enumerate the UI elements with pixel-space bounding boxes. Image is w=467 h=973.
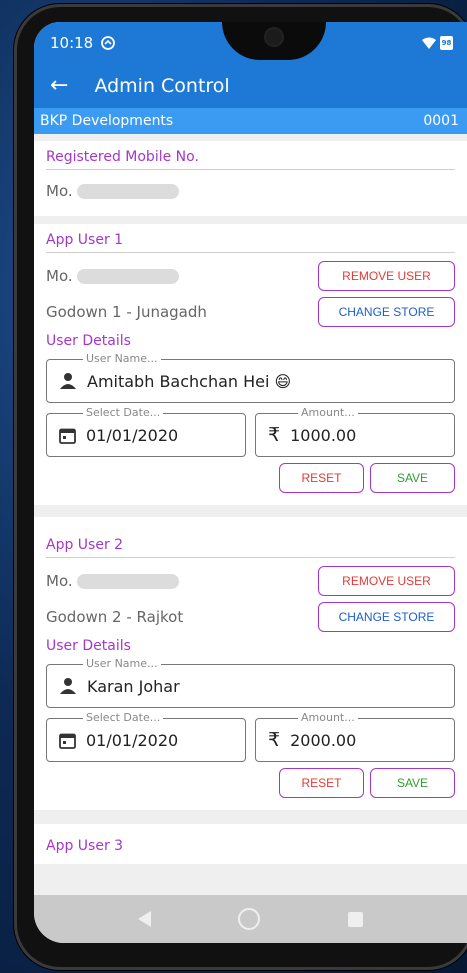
- user-name-field[interactable]: User Name... Karan Johar: [46, 657, 455, 708]
- amount-field[interactable]: Amount... ₹ 1000.00: [255, 406, 455, 457]
- calendar-icon: [59, 428, 76, 444]
- user-actions: RESET SAVE: [46, 768, 455, 798]
- user-mobile-row: Mo. REMOVE USER: [46, 261, 455, 291]
- change-store-button[interactable]: CHANGE STORE: [318, 297, 455, 327]
- registered-mobile-card: Registered Mobile No. Mo.: [34, 141, 467, 216]
- registered-mobile-title: Registered Mobile No.: [46, 149, 455, 170]
- rupee-icon: ₹: [268, 729, 281, 751]
- select-date-legend: Select Date...: [83, 406, 164, 419]
- mobile-number-redacted: [76, 183, 179, 199]
- mobile-number-redacted: [76, 573, 179, 589]
- camera-icon: [266, 29, 282, 45]
- system-nav-bar: [34, 895, 467, 943]
- person-icon: [60, 678, 76, 694]
- nav-back-icon[interactable]: [137, 911, 151, 927]
- store-name: Godown 1 - Junagadh: [46, 303, 207, 321]
- user-name-field[interactable]: User Name... Amitabh Bachchan Hei 😄: [46, 352, 455, 403]
- company-code: 0001: [423, 113, 459, 129]
- remove-user-button[interactable]: REMOVE USER: [318, 566, 455, 596]
- battery-icon: 98: [440, 36, 453, 50]
- user-store-row: Godown 1 - Junagadh CHANGE STORE: [46, 297, 455, 327]
- person-icon: [60, 373, 76, 389]
- app-user-title: App User 3: [46, 838, 124, 854]
- amount-value: 1000.00: [290, 425, 357, 445]
- amount-field[interactable]: Amount... ₹ 2000.00: [255, 711, 455, 762]
- mobile-label: Mo.: [46, 182, 73, 200]
- page-title: Admin Control: [94, 75, 230, 97]
- user-details-label: User Details: [46, 638, 131, 654]
- remove-user-button[interactable]: REMOVE USER: [318, 261, 455, 291]
- mobile-label: Mo.: [46, 267, 73, 285]
- date-amount-row: Select Date... 01/01/2020 Amount... ₹ 10…: [46, 406, 455, 457]
- app-user-card-1: App User 1 Mo. REMOVE USER Godown 1 - Ju…: [34, 224, 467, 505]
- date-amount-row: Select Date... 01/01/2020 Amount... ₹ 20…: [46, 711, 455, 762]
- app-bar: ← Admin Control: [34, 64, 467, 108]
- amount-value: 2000.00: [290, 730, 357, 750]
- reset-button[interactable]: RESET: [279, 768, 364, 798]
- user-mobile-row: Mo. REMOVE USER: [46, 566, 455, 596]
- nav-recents-icon[interactable]: [348, 911, 364, 927]
- store-name: Godown 2 - Rajkot: [46, 608, 184, 626]
- user-store-row: Godown 2 - Rajkot CHANGE STORE: [46, 602, 455, 632]
- company-bar: BKP Developments 0001: [34, 108, 467, 134]
- rupee-icon: ₹: [268, 424, 281, 446]
- user-name-legend: User Name...: [83, 352, 161, 365]
- select-date-field[interactable]: Select Date... 01/01/2020: [46, 406, 246, 457]
- user-name-legend: User Name...: [83, 657, 161, 670]
- amount-legend: Amount...: [298, 711, 358, 724]
- app-user-title: App User 2: [46, 537, 455, 558]
- amount-legend: Amount...: [298, 406, 358, 419]
- app-user-title: App User 1: [46, 232, 455, 253]
- save-button[interactable]: SAVE: [370, 463, 455, 493]
- select-date-value: 01/01/2020: [86, 425, 179, 445]
- user-name-value: Amitabh Bachchan Hei 😄: [87, 371, 292, 391]
- app-user-card-2: App User 2 Mo. REMOVE USER Godown 2 - Ra…: [34, 517, 467, 810]
- registered-mobile-row: Mo.: [46, 178, 455, 204]
- mobile-number-redacted: [76, 268, 179, 284]
- notification-icon: [101, 36, 116, 50]
- save-button[interactable]: SAVE: [370, 768, 455, 798]
- back-arrow-icon[interactable]: ←: [50, 75, 68, 97]
- mobile-label: Mo.: [46, 572, 73, 590]
- app-screen: 10:18 98 ← Admin Control BKP Development…: [34, 22, 467, 943]
- nav-home-icon[interactable]: [238, 908, 261, 930]
- select-date-field[interactable]: Select Date... 01/01/2020: [46, 711, 246, 762]
- reset-button[interactable]: RESET: [279, 463, 364, 493]
- user-actions: RESET SAVE: [46, 463, 455, 493]
- calendar-icon: [59, 733, 76, 749]
- app-user-card-3: App User 3: [34, 824, 467, 864]
- change-store-button[interactable]: CHANGE STORE: [318, 602, 455, 632]
- select-date-legend: Select Date...: [83, 711, 164, 724]
- user-name-value: Karan Johar: [87, 676, 180, 696]
- user-details-label: User Details: [46, 333, 131, 349]
- wifi-icon: [422, 37, 436, 49]
- select-date-value: 01/01/2020: [86, 730, 179, 750]
- company-name: BKP Developments: [40, 113, 174, 129]
- status-time: 10:18: [50, 34, 94, 52]
